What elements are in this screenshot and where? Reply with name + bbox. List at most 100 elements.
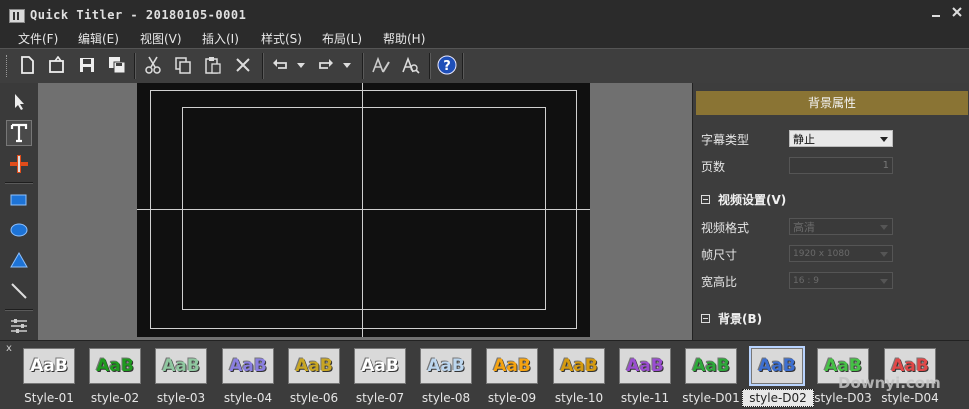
close-icon[interactable]: [950, 6, 964, 20]
toolbar-separator: [262, 53, 264, 79]
panel-header: 背景属性: [696, 91, 968, 115]
caption-type-select[interactable]: 静止: [789, 130, 893, 147]
move-tool-icon[interactable]: [6, 151, 32, 177]
save-all-icon[interactable]: [106, 54, 128, 76]
copy-icon[interactable]: [172, 54, 194, 76]
style-item[interactable]: AaB Style-01: [20, 346, 78, 406]
aspect-ratio-value: 16 : 9: [793, 276, 819, 286]
watermark: Downyi.com: [838, 374, 941, 392]
page-count-field[interactable]: 1: [789, 157, 893, 174]
style-item[interactable]: AaB style-09: [483, 346, 541, 406]
line-tool-icon[interactable]: [6, 278, 32, 304]
title-canvas[interactable]: [137, 83, 590, 337]
open-icon[interactable]: [46, 54, 68, 76]
frame-size-select[interactable]: 1920 x 1080: [789, 245, 893, 262]
tool-separator: [5, 182, 33, 184]
background-title: 背景(B): [718, 312, 763, 326]
style-preview: AaB: [486, 348, 538, 384]
style-label: style-02: [90, 391, 140, 405]
aspect-ratio-label: 宽高比: [701, 275, 738, 289]
video-format-select[interactable]: 高清: [789, 218, 893, 235]
style-item[interactable]: AaB style-04: [219, 346, 277, 406]
video-format-value: 高清: [793, 221, 815, 234]
style-label: style-06: [289, 391, 339, 405]
collapse-icon: [701, 195, 710, 204]
triangle-tool-icon[interactable]: [6, 247, 32, 273]
menu-file[interactable]: 文件(F): [18, 30, 58, 47]
app-icon: [9, 9, 25, 23]
frame-size-label: 帧尺寸: [701, 248, 738, 262]
style-preview: AaB: [619, 348, 671, 384]
style-preview: AaB: [288, 348, 340, 384]
aspect-ratio-select[interactable]: 16 : 9: [789, 272, 893, 289]
chevron-down-icon: [880, 225, 888, 230]
style-label: style-10: [554, 391, 604, 405]
settings-tool-icon[interactable]: [6, 313, 32, 339]
style-label: style-D02: [742, 389, 814, 407]
caption-type-value: 静止: [793, 133, 815, 146]
style-preview: AaB: [685, 348, 737, 384]
cut-icon[interactable]: [142, 54, 164, 76]
undo-icon[interactable]: [270, 54, 292, 76]
collapse-icon: [701, 314, 710, 323]
style-palette: x AaB Style-01 AaB style-02 AaB style-03 AaB st…: [0, 340, 969, 409]
style-preview: AaB: [420, 348, 472, 384]
video-settings-title: 视频设置(V): [718, 193, 787, 207]
palette-close-icon[interactable]: x: [6, 343, 12, 354]
style-label: style-08: [421, 391, 471, 405]
toolbar-grip[interactable]: [6, 55, 10, 77]
style-preview: AaB: [222, 348, 274, 384]
style-item[interactable]: AaB style-10: [550, 346, 608, 406]
save-icon[interactable]: [76, 54, 98, 76]
text-tool-icon[interactable]: [6, 120, 32, 146]
help-icon[interactable]: ?: [436, 54, 458, 76]
toolbar: ?: [0, 48, 969, 84]
style-item[interactable]: AaB style-02: [86, 346, 144, 406]
style-preview: AaB: [89, 348, 141, 384]
text-style-icon[interactable]: [370, 54, 392, 76]
delete-icon[interactable]: [232, 54, 254, 76]
style-label: style-11: [620, 391, 670, 405]
canvas-area: [38, 83, 692, 340]
paste-icon[interactable]: [202, 54, 224, 76]
menu-layout[interactable]: 布局(L): [322, 30, 362, 47]
style-label: style-D01: [682, 391, 740, 405]
menu-style[interactable]: 样式(S): [261, 30, 302, 47]
frame-size-value: 1920 x 1080: [793, 249, 850, 259]
menu-edit[interactable]: 编辑(E): [78, 30, 119, 47]
horizontal-guide: [137, 209, 590, 210]
title-bar: Quick Titler - 20180105-0001: [0, 0, 969, 28]
vertical-guide: [362, 83, 363, 337]
video-settings-section[interactable]: 视频设置(V): [701, 191, 786, 208]
toolbar-separator: [362, 53, 364, 79]
style-item[interactable]: AaB style-07: [351, 346, 409, 406]
style-label: style-09: [487, 391, 537, 405]
style-label: style-04: [223, 391, 273, 405]
menu-view[interactable]: 视图(V): [140, 30, 182, 47]
menu-insert[interactable]: 插入(I): [202, 30, 239, 47]
window-title: Quick Titler - 20180105-0001: [30, 8, 247, 22]
rectangle-tool-icon[interactable]: [6, 187, 32, 213]
font-icon[interactable]: [400, 54, 422, 76]
toolbar-separator: [429, 53, 431, 79]
style-item[interactable]: AaB style-D02: [742, 346, 814, 407]
redo-dropdown-icon[interactable]: [340, 54, 354, 76]
ellipse-tool-icon[interactable]: [6, 217, 32, 243]
minimize-icon[interactable]: [929, 6, 943, 20]
style-item[interactable]: AaB style-D01: [682, 346, 740, 406]
style-item[interactable]: AaB style-08: [417, 346, 475, 406]
redo-icon[interactable]: [314, 54, 336, 76]
new-icon[interactable]: [16, 54, 38, 76]
style-preview: AaB: [23, 348, 75, 384]
page-count-label: 页数: [701, 160, 726, 174]
style-item[interactable]: AaB style-03: [152, 346, 210, 406]
style-item[interactable]: AaB style-06: [285, 346, 343, 406]
style-item[interactable]: AaB style-11: [616, 346, 674, 406]
drawing-tools: [0, 83, 39, 340]
background-section[interactable]: 背景(B): [701, 310, 762, 327]
style-preview: AaB: [553, 348, 605, 384]
select-arrow-icon[interactable]: [6, 89, 32, 115]
style-preview: AaB: [155, 348, 207, 384]
menu-help[interactable]: 帮助(H): [383, 30, 425, 47]
undo-dropdown-icon[interactable]: [294, 54, 308, 76]
